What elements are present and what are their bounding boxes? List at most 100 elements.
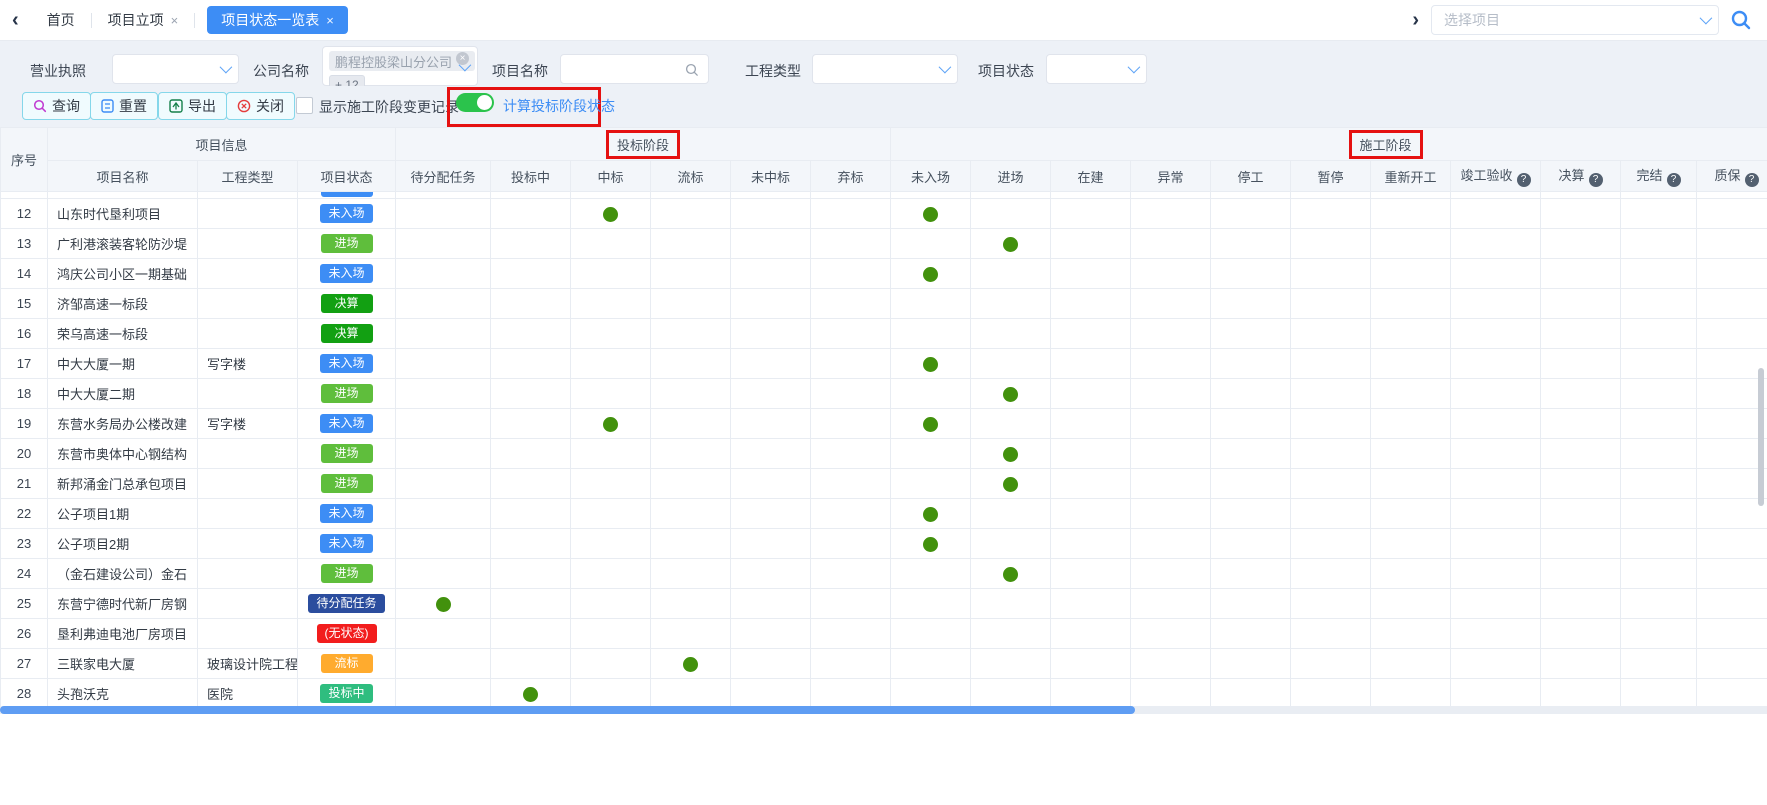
table-row[interactable]: 15济邹高速一标段决算 [1,289,1767,319]
close-button[interactable]: 关闭 [226,92,295,120]
serial-cell: 22 [1,499,48,529]
table-row[interactable]: 17中大大厦一期写字楼未入场 [1,349,1767,379]
stage-cell [971,559,1051,589]
stage-cell [491,649,571,679]
export-button[interactable]: 导出 [158,92,227,120]
help-icon[interactable]: ? [1667,173,1681,187]
stage-cell [651,199,731,229]
license-select[interactable] [112,54,239,84]
table-row[interactable]: 24（金石建设公司）金石进场 [1,559,1767,589]
stage-cell [891,529,971,559]
select-project-dropdown[interactable]: 选择项目 [1431,5,1719,35]
stage-cell [1211,289,1291,319]
stage-cell [396,229,491,259]
table-row[interactable]: 16荣乌高速一标段决算 [1,319,1767,349]
stage-cell [731,469,811,499]
company-tag: 鹏程控股梁山分公司 × [329,51,475,71]
compute-bid-stage-toggle[interactable] [456,93,494,112]
stage-cell [1051,349,1131,379]
export-icon [169,99,183,113]
table-row[interactable]: 18中大大厦二期进场 [1,379,1767,409]
table-row[interactable]: 12山东时代垦利项目未入场 [1,199,1767,229]
stage-cell [1621,559,1697,589]
stage-cell [1697,289,1767,319]
search-icon[interactable] [1729,8,1753,32]
stage-cell [811,379,891,409]
tab-project-status-overview[interactable]: 项目状态一览表 × [207,6,348,34]
stage-cell [1131,439,1211,469]
reset-button[interactable]: 重置 [90,92,158,120]
stage-cell [1541,649,1621,679]
stage-cell [1697,439,1767,469]
stage-cell [1697,379,1767,409]
table-row[interactable]: 14鸿庆公司小区一期基础未入场 [1,259,1767,289]
stage-dot [923,507,938,522]
select-project-placeholder: 选择项目 [1444,10,1500,30]
table-row[interactable]: 22公子项目1期未入场 [1,499,1767,529]
tab-home[interactable]: 首页 [31,0,91,40]
project-name-cell: 头孢沃克 [48,679,198,707]
close-tab-icon[interactable]: × [326,13,334,28]
project-type-cell [198,439,298,469]
stage-dot [523,687,538,702]
stage-cell [1371,649,1451,679]
horizontal-scrollbar-thumb[interactable] [0,706,1135,714]
stage-cell [1211,199,1291,229]
stage-cell [731,529,811,559]
stage-cell [731,349,811,379]
horizontal-scrollbar[interactable] [0,706,1767,714]
status-badge: 进场 [321,444,373,463]
table-row[interactable]: 19东营水务局办公楼改建写字楼未入场 [1,409,1767,439]
tab-project-initiation[interactable]: 项目立项 × [92,0,195,40]
stage-cell [971,679,1051,707]
show-construction-change-checkbox[interactable] [296,97,313,114]
stage-dot [683,657,698,672]
table-row[interactable]: 27三联家电大厦玻璃设计院工程流标 [1,649,1767,679]
stage-cell [1211,439,1291,469]
close-tab-icon[interactable]: × [171,13,179,28]
stage-cell [1621,649,1697,679]
stage-cell [731,589,811,619]
stage-cell [891,409,971,439]
stage-cell [1131,199,1211,229]
project-type-cell [198,319,298,349]
stage-cell [971,379,1051,409]
checkbox-label: 显示施工阶段变更记录 [319,97,459,117]
stage-cell [1051,679,1131,707]
table-row[interactable]: 25东营宁德时代新厂房钢待分配任务 [1,589,1767,619]
stage-cell [1451,319,1541,349]
project-type-select[interactable] [812,54,958,84]
table-row[interactable]: 23公子项目2期未入场 [1,529,1767,559]
stage-cell [571,619,651,649]
serial-cell: 23 [1,529,48,559]
stage-cell [891,619,971,649]
tabs-scroll-right-icon[interactable]: › [1400,9,1431,32]
tabs-scroll-left-icon[interactable]: ‹ [0,9,31,32]
table-row[interactable]: 28头孢沃克医院投标中 [1,679,1767,707]
help-icon[interactable]: ? [1589,173,1603,187]
stage-cell [1131,559,1211,589]
column-header: 弃标 [811,161,891,192]
stage-cell [1371,319,1451,349]
search-button[interactable]: 查询 [22,92,91,120]
help-icon[interactable]: ? [1517,173,1531,187]
table-row[interactable]: 21新邦涌金门总承包项目进场 [1,469,1767,499]
company-select[interactable]: 鹏程控股梁山分公司 × + 12 [322,46,478,86]
table-row[interactable]: 20东营市奥体中心钢结构进场 [1,439,1767,469]
project-name-input[interactable] [560,54,709,84]
status-badge: 投标中 [320,684,372,703]
stage-cell [971,319,1051,349]
stage-cell [1211,679,1291,707]
status-cell: 未入场 [298,529,396,559]
vertical-scrollbar-thumb[interactable] [1758,368,1764,506]
stage-dot [1003,237,1018,252]
chevron-down-icon [939,61,952,74]
status-cell: 投标中 [298,679,396,707]
project-status-select[interactable] [1046,54,1147,84]
stage-cell [1051,229,1131,259]
table-row[interactable]: 13广利港滚装客轮防沙堤进场 [1,229,1767,259]
project-name-cell: 广利港滚装客轮防沙堤 [48,229,198,259]
help-icon[interactable]: ? [1745,173,1759,187]
table-row[interactable]: 26垦利弗迪电池厂房项目(无状态) [1,619,1767,649]
stage-cell [971,529,1051,559]
